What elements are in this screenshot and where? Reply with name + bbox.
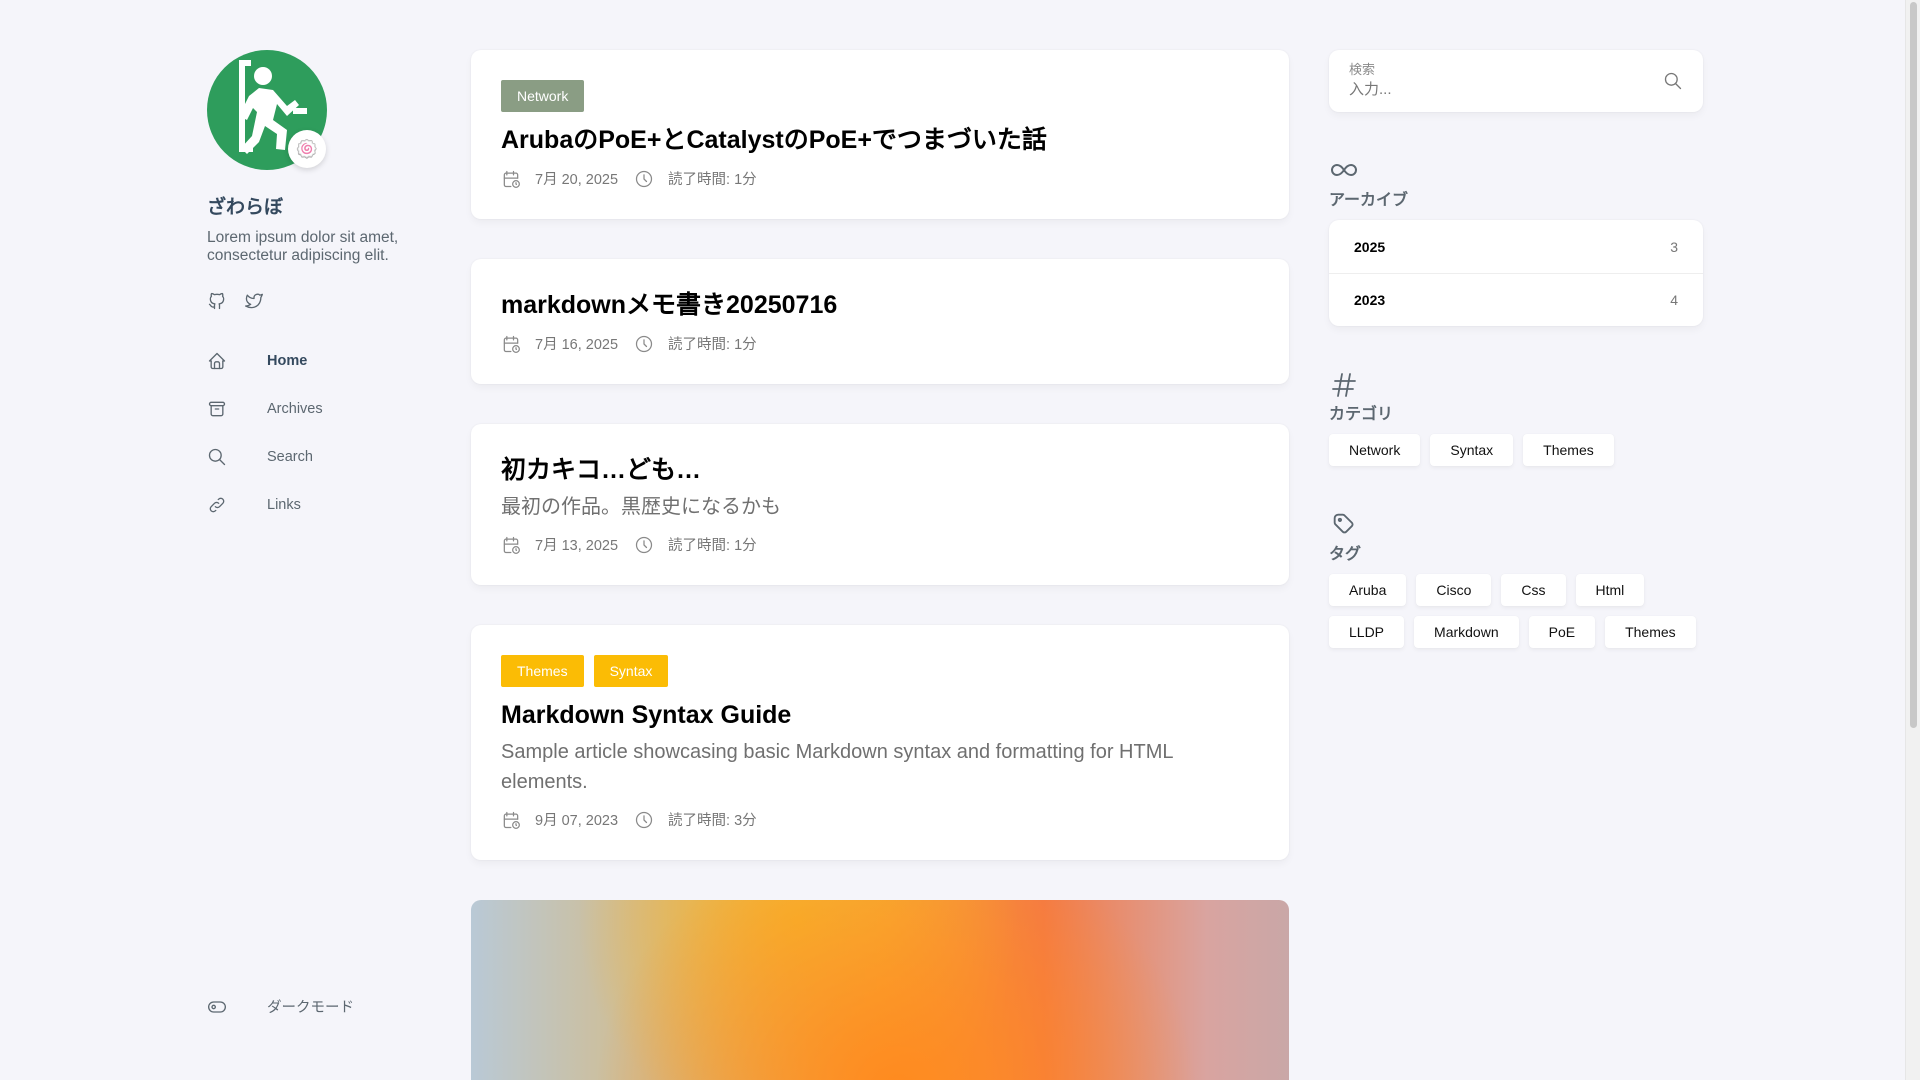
- post-reading-time: 読了時間: 1分: [668, 337, 757, 353]
- tag-chip[interactable]: Markdown: [1414, 616, 1519, 648]
- category-badge[interactable]: Network: [501, 80, 585, 112]
- post-card: 初カキコ…ども… 最初の作品。黒歴史になるかも 7月 13, 2025 読了時間…: [471, 424, 1289, 585]
- nav-item-links[interactable]: Links: [207, 481, 437, 529]
- archive-count: 3: [1670, 238, 1678, 255]
- site-name[interactable]: ざわらぼ: [207, 192, 437, 219]
- archive-icon: [207, 399, 227, 419]
- post-date: 9月 07, 2023: [535, 813, 619, 829]
- post-title[interactable]: ArubaのPoE+とCatalystのPoE+でつまづいた話: [501, 124, 1259, 156]
- avatar-wrap: 🍥: [207, 50, 327, 170]
- post-meta: 9月 07, 2023 読了時間: 3分: [501, 809, 1259, 830]
- post-list: Network ArubaのPoE+とCatalystのPoE+でつまづいた話 …: [471, 50, 1289, 1080]
- tag-icon: [1329, 510, 1359, 538]
- tag-chip[interactable]: PoE: [1528, 616, 1596, 648]
- clock-icon: [634, 810, 654, 830]
- dark-mode-toggle[interactable]: ダークモード: [207, 996, 354, 1017]
- tag-chip[interactable]: Html: [1575, 574, 1645, 606]
- post-date: 7月 13, 2025: [535, 538, 619, 554]
- tags-widget: タグ Aruba Cisco Css Html LLDP Markdown Po…: [1329, 510, 1703, 648]
- category-badge[interactable]: Themes: [501, 655, 584, 687]
- tag-chip[interactable]: Themes: [1605, 616, 1696, 648]
- tag-chips: Aruba Cisco Css Html LLDP Markdown PoE T…: [1329, 574, 1703, 648]
- toggle-icon: [207, 997, 227, 1017]
- post-card: markdownメモ書き20250716 7月 16, 2025 読了時間: 1…: [471, 259, 1289, 384]
- nav-item-home[interactable]: Home: [207, 337, 437, 385]
- social-links: [207, 291, 437, 311]
- dark-mode-label: ダークモード: [267, 1000, 354, 1016]
- scrollbar-thumb[interactable]: [1910, 2, 1917, 728]
- post-reading-time: 読了時間: 1分: [668, 538, 757, 554]
- archive-list: 2025 3 2023 4: [1329, 220, 1703, 326]
- post-reading-time: 読了時間: 1分: [668, 172, 757, 188]
- page-scrollbar[interactable]: [1905, 0, 1920, 1080]
- post-date: 7月 16, 2025: [535, 337, 619, 353]
- archive-item[interactable]: 2023 4: [1329, 273, 1703, 326]
- calendar-time-icon: [501, 810, 521, 830]
- search-icon[interactable]: [1663, 71, 1683, 91]
- tag-chip[interactable]: Css: [1501, 574, 1566, 606]
- search-input[interactable]: [1349, 78, 1629, 100]
- calendar-time-icon: [501, 169, 521, 189]
- post-title[interactable]: Markdown Syntax Guide: [501, 699, 1259, 731]
- infinity-icon: [1329, 156, 1359, 184]
- clock-icon: [634, 535, 654, 555]
- search-widget: 検索: [1329, 50, 1703, 112]
- right-sidebar: 検索 アーカイブ 2025 3 2023 4 カテゴリ Network: [1329, 50, 1703, 648]
- nav-item-archives[interactable]: Archives: [207, 385, 437, 433]
- tag-chip[interactable]: Cisco: [1416, 574, 1492, 606]
- category-badge[interactable]: Syntax: [593, 655, 669, 687]
- post-categories: Themes Syntax: [501, 655, 1259, 687]
- post-date: 7月 20, 2025: [535, 172, 619, 188]
- post-subtitle: Sample article showcasing basic Markdown…: [501, 741, 1173, 793]
- nav-label: Search: [267, 449, 313, 465]
- archives-widget: アーカイブ 2025 3 2023 4: [1329, 156, 1703, 326]
- category-chips: Network Syntax Themes: [1329, 434, 1703, 466]
- left-sidebar: 🍥 ざわらぼ Lorem ipsum dolor sit amet, conse…: [207, 50, 437, 1050]
- post-meta: 7月 13, 2025 読了時間: 1分: [501, 534, 1259, 555]
- archives-title: アーカイブ: [1329, 192, 1409, 209]
- clock-icon: [634, 169, 654, 189]
- archive-year: 2025: [1354, 238, 1386, 255]
- post-card: Network ArubaのPoE+とCatalystのPoE+でつまづいた話 …: [471, 50, 1289, 219]
- archive-item[interactable]: 2025 3: [1329, 220, 1703, 273]
- post-title[interactable]: 初カキコ…ども…: [501, 454, 1259, 486]
- post-card-with-image: [471, 900, 1289, 1080]
- categories-title: カテゴリ: [1329, 406, 1394, 423]
- link-icon: [207, 495, 227, 515]
- post-subtitle: 最初の作品。黒歴史になるかも: [501, 496, 781, 518]
- post-meta: 7月 20, 2025 読了時間: 1分: [501, 168, 1259, 189]
- site-description: Lorem ipsum dolor sit amet, consectetur …: [207, 229, 399, 264]
- search-label: 検索: [1349, 62, 1376, 77]
- post-categories: Network: [501, 80, 1259, 112]
- nav-item-search[interactable]: Search: [207, 433, 437, 481]
- tag-chip[interactable]: Aruba: [1329, 574, 1407, 606]
- search-icon: [207, 447, 227, 467]
- category-chip[interactable]: Network: [1329, 434, 1421, 466]
- main-nav: Home Archives Search Links: [207, 337, 437, 529]
- post-title[interactable]: markdownメモ書き20250716: [501, 289, 1259, 321]
- post-reading-time: 読了時間: 3分: [668, 813, 757, 829]
- tag-chip[interactable]: LLDP: [1329, 616, 1405, 648]
- categories-widget: カテゴリ Network Syntax Themes: [1329, 370, 1703, 466]
- calendar-time-icon: [501, 334, 521, 354]
- nav-label: Links: [267, 497, 301, 513]
- avatar-emoji-badge: 🍥: [288, 130, 326, 168]
- post-hero-image[interactable]: [471, 900, 1289, 1080]
- github-icon[interactable]: [207, 291, 227, 311]
- tags-title: タグ: [1329, 546, 1362, 563]
- post-card: Themes Syntax Markdown Syntax Guide Samp…: [471, 625, 1289, 860]
- archive-count: 4: [1670, 292, 1678, 308]
- hash-icon: [1329, 370, 1359, 398]
- nav-label: Archives: [267, 401, 323, 417]
- post-meta: 7月 16, 2025 読了時間: 1分: [501, 333, 1259, 354]
- home-icon: [207, 351, 227, 371]
- category-chip[interactable]: Themes: [1523, 434, 1614, 466]
- twitter-icon[interactable]: [243, 291, 263, 311]
- archive-year: 2023: [1354, 292, 1386, 308]
- clock-icon: [634, 334, 654, 354]
- calendar-time-icon: [501, 535, 521, 555]
- category-chip[interactable]: Syntax: [1430, 434, 1514, 466]
- nav-label: Home: [267, 353, 308, 369]
